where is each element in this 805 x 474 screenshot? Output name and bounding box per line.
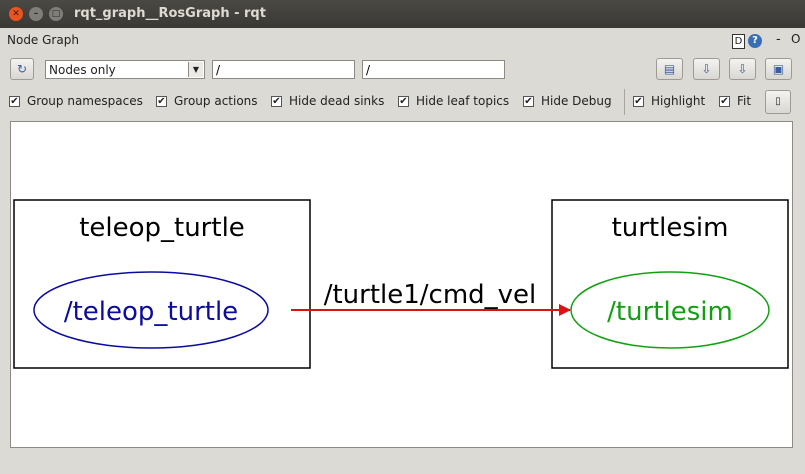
load-dot-button[interactable]: ▤	[656, 58, 683, 80]
highlight-label: Highlight	[651, 94, 706, 108]
cluster-label-turtlesim: turtlesim	[612, 213, 729, 243]
fit-in-view-button[interactable]: ▯	[765, 90, 791, 114]
window-titlebar: ✕ – □ rqt_graph__RosGraph - rqt	[0, 0, 805, 28]
image-icon: ▣	[772, 62, 785, 76]
node-label-teleop-turtle: /teleop_turtle	[64, 297, 238, 327]
fit-view-icon: ▯	[775, 96, 781, 107]
group-actions-checkbox[interactable]: ✔	[156, 96, 167, 107]
hide-debug-checkbox[interactable]: ✔	[523, 96, 534, 107]
hide-dead-sinks-checkbox[interactable]: ✔	[271, 96, 282, 107]
topic-filter-input[interactable]	[362, 60, 505, 79]
hide-leaf-topics-label: Hide leaf topics	[416, 94, 510, 108]
save-dot-icon: ⇩	[701, 62, 712, 76]
filter-mode-select[interactable]: Nodes only ▼	[45, 60, 205, 79]
dock-d-button[interactable]: D	[732, 34, 745, 49]
chevron-down-icon[interactable]: ▼	[188, 62, 203, 77]
node-label-turtlesim: /turtlesim	[607, 297, 733, 327]
highlight-checkbox[interactable]: ✔	[633, 96, 644, 107]
save-image-button[interactable]: ▣	[765, 58, 792, 80]
graph-canvas[interactable]: teleop_turtle /teleop_turtle turtlesim /…	[10, 121, 793, 448]
status-bar	[0, 452, 805, 474]
load-icon: ▤	[663, 62, 676, 76]
refresh-button[interactable]: ↻	[10, 58, 34, 80]
window-maximize-button[interactable]: □	[49, 7, 63, 21]
hide-leaf-topics-checkbox[interactable]: ✔	[398, 96, 409, 107]
group-namespaces-label: Group namespaces	[27, 94, 143, 108]
fit-label: Fit	[737, 94, 752, 108]
help-icon[interactable]: ?	[748, 34, 762, 48]
save-dot-button[interactable]: ⇩	[693, 58, 720, 80]
dock-header: Node Graph D ? - O	[0, 28, 805, 54]
group-actions-label: Group actions	[174, 94, 258, 108]
window-close-button[interactable]: ✕	[9, 7, 23, 21]
dock-minimize-button[interactable]: -	[776, 32, 781, 47]
hide-dead-sinks-label: Hide dead sinks	[289, 94, 385, 108]
edge-label-cmd-vel: /turtle1/cmd_vel	[324, 280, 537, 310]
fit-checkbox[interactable]: ✔	[719, 96, 730, 107]
save-svg-icon: ⇩	[737, 62, 748, 76]
filter-mode-value: Nodes only	[49, 63, 116, 77]
window-title: rqt_graph__RosGraph - rqt	[74, 6, 266, 21]
graph-svg: teleop_turtle /teleop_turtle turtlesim /…	[13, 199, 789, 369]
hide-debug-label: Hide Debug	[541, 94, 612, 108]
namespace-filter-input[interactable]	[212, 60, 355, 79]
save-svg-button[interactable]: ⇩	[729, 58, 756, 80]
dock-title: Node Graph	[7, 33, 79, 47]
group-namespaces-checkbox[interactable]: ✔	[9, 96, 20, 107]
window-minimize-button[interactable]: –	[29, 7, 43, 21]
cluster-label-teleop-turtle: teleop_turtle	[79, 213, 245, 243]
dock-close-button[interactable]: O	[791, 32, 800, 46]
toolbar-separator	[624, 89, 625, 115]
refresh-icon: ↻	[16, 62, 28, 76]
